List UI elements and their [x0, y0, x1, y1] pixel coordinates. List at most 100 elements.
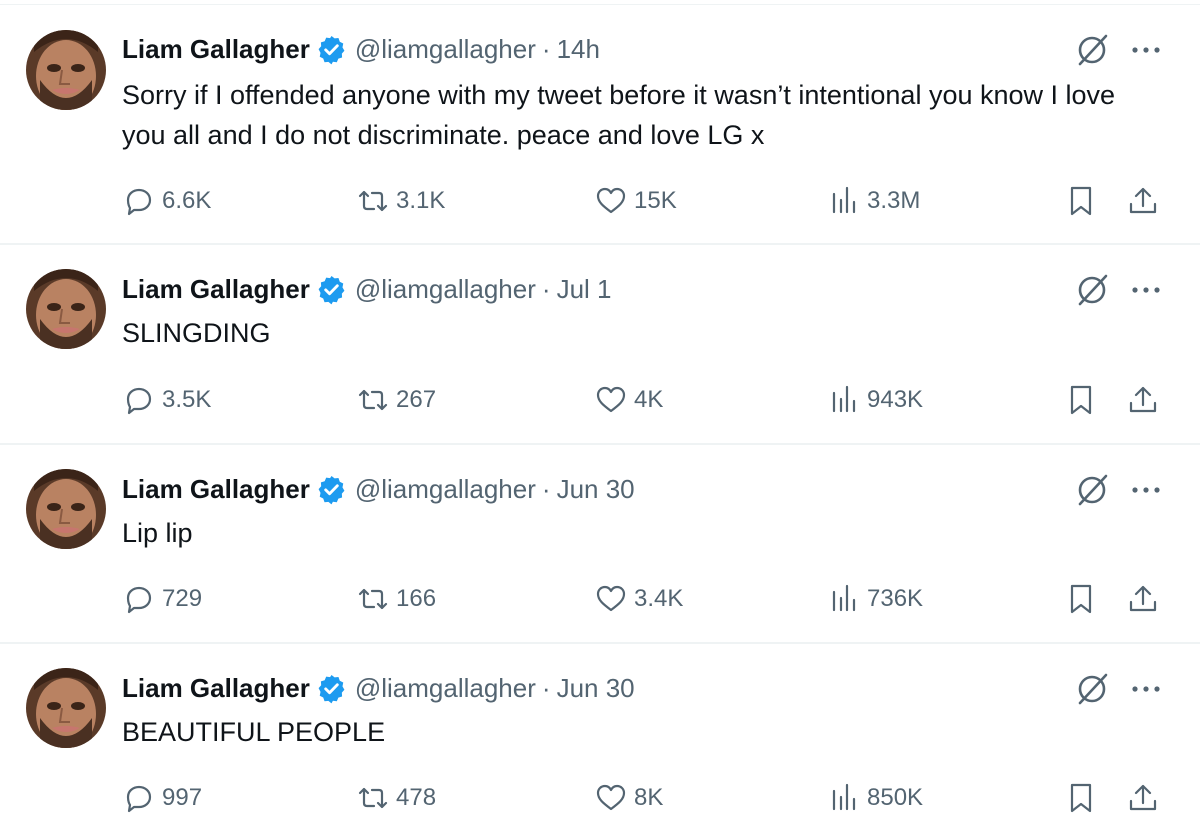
tweet-actions: 997 478 8K 850K — [122, 778, 1172, 818]
author-name[interactable]: Liam Gallagher — [122, 673, 310, 704]
retweet-count: 267 — [396, 386, 437, 413]
views-button[interactable]: 736K — [827, 579, 923, 619]
tweet-text: Lip lip — [122, 518, 193, 548]
author-name[interactable]: Liam Gallagher — [122, 474, 310, 505]
tweet[interactable]: Liam Gallagher @liamgallagher · Jul 1 SL… — [0, 245, 1200, 445]
author-handle[interactable]: @liamgallagher — [355, 673, 536, 704]
reply-count: 3.5K — [162, 386, 212, 413]
like-button[interactable]: 15K — [594, 181, 677, 221]
tweet-timestamp[interactable]: Jun 30 — [557, 474, 635, 505]
reply-bubble-icon — [122, 184, 156, 218]
share-button[interactable] — [1126, 579, 1160, 619]
tweet[interactable]: Liam Gallagher @liamgallagher · 14h Sorr… — [0, 5, 1200, 245]
header-separator: · — [541, 473, 551, 504]
heart-icon — [594, 781, 628, 815]
reply-bubble-icon — [122, 582, 156, 616]
like-button[interactable]: 3.4K — [594, 579, 683, 619]
reply-bubble-icon — [122, 383, 156, 417]
retweet-count: 478 — [396, 784, 437, 811]
grok-icon[interactable] — [1073, 670, 1111, 708]
reply-count: 729 — [162, 585, 203, 612]
share-upload-icon — [1126, 184, 1160, 218]
heart-icon — [594, 184, 628, 218]
avatar[interactable] — [26, 269, 106, 349]
views-bars-icon — [827, 383, 861, 417]
views-count: 850K — [867, 784, 924, 811]
author-name[interactable]: Liam Gallagher — [122, 274, 310, 305]
author-name[interactable]: Liam Gallagher — [122, 34, 310, 65]
grok-icon[interactable] — [1073, 271, 1111, 309]
views-bars-icon — [827, 184, 861, 218]
tweet-header: Liam Gallagher @liamgallagher · 14h — [122, 31, 600, 67]
bookmark-icon — [1064, 184, 1098, 218]
verified-badge-icon[interactable] — [316, 274, 347, 305]
more-dots-icon[interactable] — [1130, 683, 1162, 695]
tweet-text: Sorry if I offended anyone with my tweet… — [122, 80, 1116, 150]
tweet-timestamp[interactable]: 14h — [557, 34, 600, 65]
share-button[interactable] — [1126, 778, 1160, 818]
tweet[interactable]: Liam Gallagher @liamgallagher · Jun 30 B… — [0, 644, 1200, 839]
more-dots-icon[interactable] — [1130, 484, 1162, 496]
tweet-feed: Liam Gallagher @liamgallagher · 14h Sorr… — [0, 0, 1200, 839]
header-separator: · — [541, 33, 551, 64]
avatar[interactable] — [26, 668, 106, 748]
views-button[interactable]: 943K — [827, 380, 923, 420]
retweet-icon — [356, 184, 390, 218]
share-button[interactable] — [1126, 380, 1160, 420]
reply-button[interactable]: 3.5K — [122, 380, 211, 420]
retweet-button[interactable]: 267 — [356, 380, 436, 420]
retweet-button[interactable]: 478 — [356, 778, 436, 818]
tweet-timestamp[interactable]: Jul 1 — [557, 274, 612, 305]
retweet-count: 3.1K — [396, 187, 446, 214]
retweet-button[interactable]: 166 — [356, 579, 436, 619]
author-handle[interactable]: @liamgallagher — [355, 474, 536, 505]
retweet-button[interactable]: 3.1K — [356, 181, 445, 221]
grok-icon[interactable] — [1073, 31, 1111, 69]
like-button[interactable]: 4K — [594, 380, 663, 420]
avatar[interactable] — [26, 30, 106, 110]
tweet[interactable]: Liam Gallagher @liamgallagher · Jun 30 L… — [0, 445, 1200, 644]
views-button[interactable]: 3.3M — [827, 181, 920, 221]
tweet-timestamp[interactable]: Jun 30 — [557, 673, 635, 704]
share-upload-icon — [1126, 781, 1160, 815]
bookmark-button[interactable] — [1064, 380, 1098, 420]
reply-button[interactable]: 729 — [122, 579, 202, 619]
grok-icon[interactable] — [1073, 471, 1111, 509]
bookmark-button[interactable] — [1064, 778, 1098, 818]
avatar[interactable] — [26, 469, 106, 549]
more-dots-icon[interactable] — [1130, 284, 1162, 296]
views-count: 3.3M — [867, 187, 921, 214]
share-button[interactable] — [1126, 181, 1160, 221]
bookmark-button[interactable] — [1064, 181, 1098, 221]
author-handle[interactable]: @liamgallagher — [355, 34, 536, 65]
reply-count: 997 — [162, 784, 203, 811]
views-button[interactable]: 850K — [827, 778, 923, 818]
tweet-header: Liam Gallagher @liamgallagher · Jun 30 — [122, 670, 635, 706]
views-count: 736K — [867, 585, 924, 612]
like-count: 8K — [634, 784, 664, 811]
more-dots-icon[interactable] — [1130, 44, 1162, 56]
tweet-actions: 6.6K 3.1K 15K 3.3M — [122, 181, 1172, 221]
tweet-text: BEAUTIFUL PEOPLE — [122, 717, 386, 747]
views-count: 943K — [867, 386, 924, 413]
like-count: 15K — [634, 187, 677, 214]
retweet-icon — [356, 781, 390, 815]
bookmark-icon — [1064, 383, 1098, 417]
bookmark-button[interactable] — [1064, 579, 1098, 619]
like-count: 4K — [634, 386, 664, 413]
header-separator: · — [541, 273, 551, 304]
bookmark-icon — [1064, 781, 1098, 815]
reply-count: 6.6K — [162, 187, 212, 214]
header-separator: · — [541, 672, 551, 703]
like-button[interactable]: 8K — [594, 778, 663, 818]
verified-badge-icon[interactable] — [316, 474, 347, 505]
verified-badge-icon[interactable] — [316, 673, 347, 704]
author-handle[interactable]: @liamgallagher — [355, 274, 536, 305]
verified-badge-icon[interactable] — [316, 34, 347, 65]
reply-button[interactable]: 6.6K — [122, 181, 211, 221]
views-bars-icon — [827, 781, 861, 815]
reply-bubble-icon — [122, 781, 156, 815]
heart-icon — [594, 582, 628, 616]
reply-button[interactable]: 997 — [122, 778, 202, 818]
tweet-actions: 3.5K 267 4K 943K — [122, 380, 1172, 420]
